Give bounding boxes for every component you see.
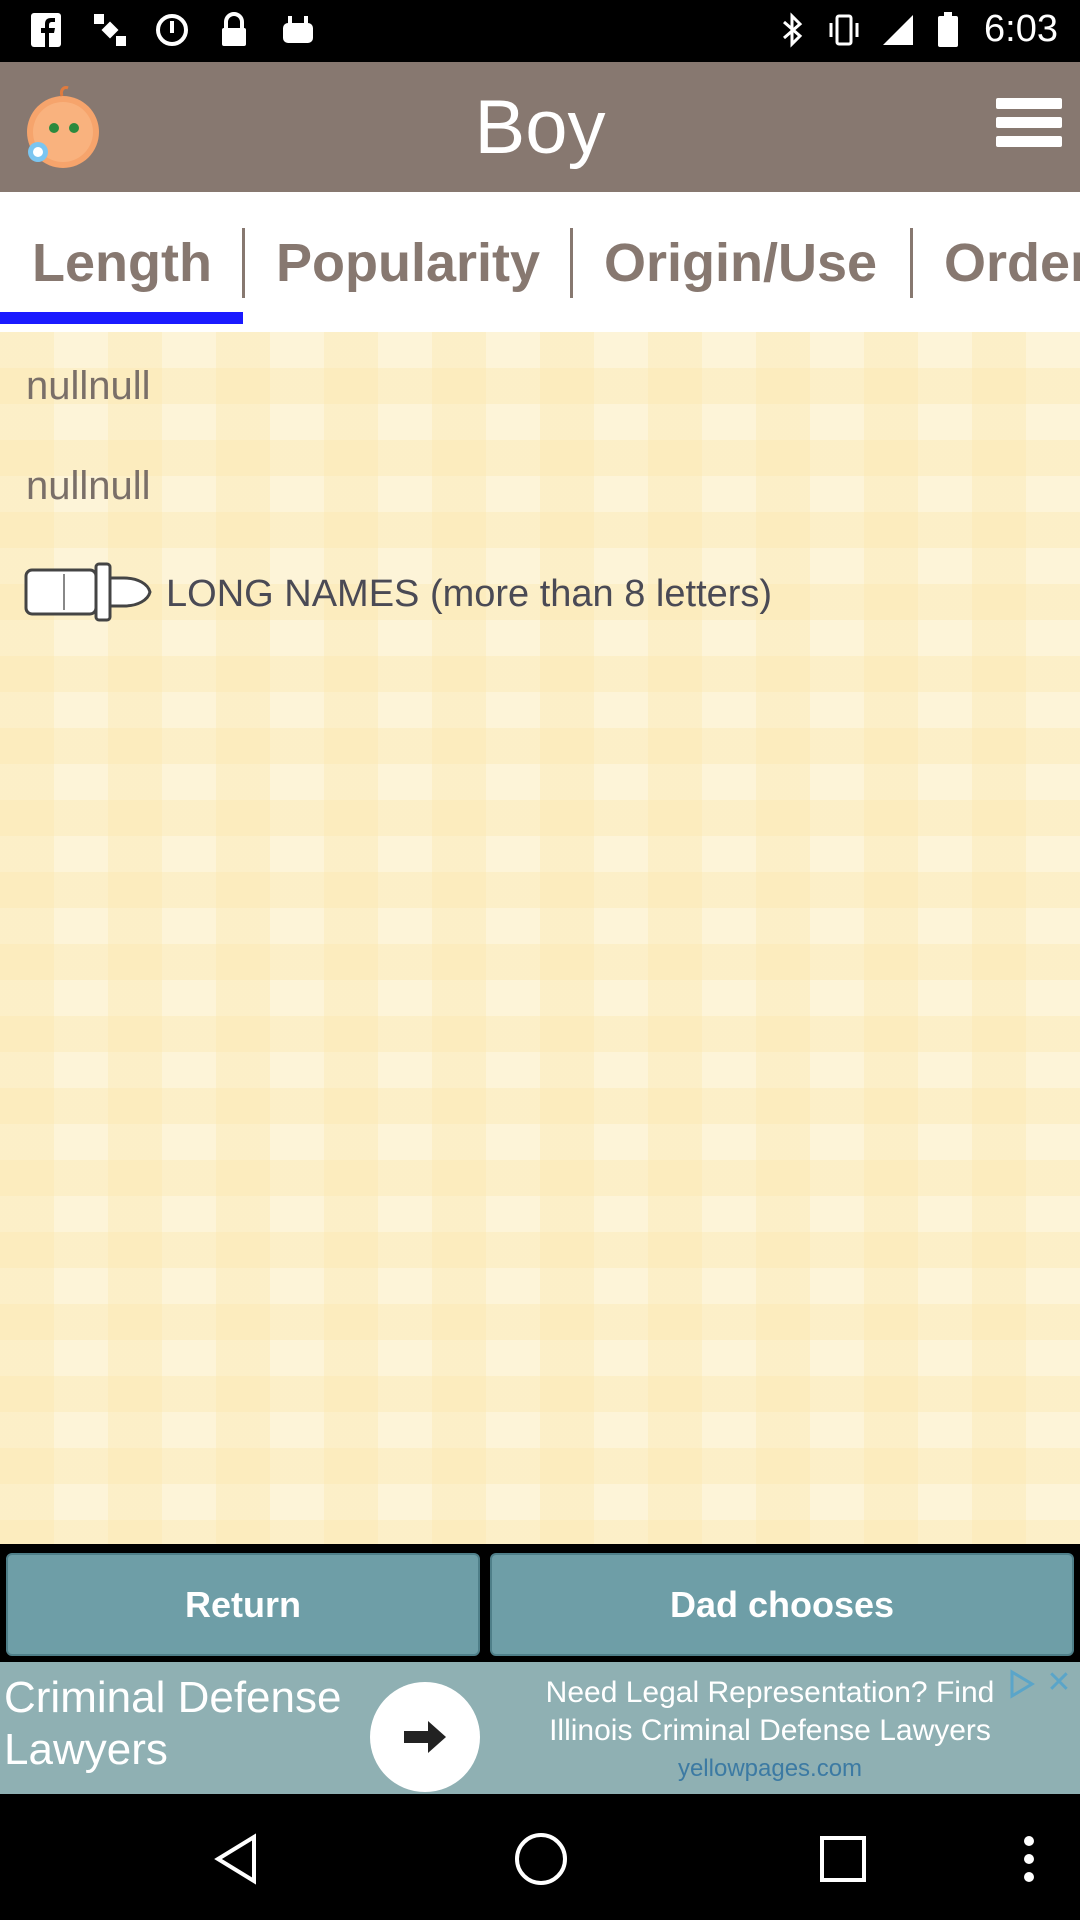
battery-icon: [930, 12, 966, 48]
status-time: 6:03: [984, 8, 1058, 50]
vibrate-icon: [826, 12, 862, 48]
ad-choices-icon[interactable]: [1006, 1668, 1040, 1700]
recents-icon[interactable]: [808, 1824, 878, 1894]
close-icon[interactable]: ✕: [1042, 1666, 1076, 1700]
ad-right-text[interactable]: Need Legal Representation? Find Illinois…: [490, 1674, 1050, 1788]
tab-order[interactable]: Order: [944, 232, 1080, 294]
tab-divider: [570, 228, 573, 298]
name-list: nullnull nullnull LONG NAMES (more than …: [0, 332, 1080, 1544]
page-title: Boy: [474, 85, 606, 170]
lock-icon: [216, 12, 252, 48]
back-icon[interactable]: [200, 1824, 270, 1894]
ad-source: yellowpages.com: [677, 1755, 863, 1782]
ad-banner[interactable]: Criminal Defense Lawyers Need Legal Repr…: [0, 1662, 1080, 1794]
alarm-icon: [154, 12, 190, 48]
bluetooth-icon: [774, 12, 810, 48]
tab-divider: [910, 228, 913, 298]
return-button[interactable]: Return: [6, 1553, 480, 1656]
more-icon[interactable]: [994, 1824, 1064, 1894]
tab-bar: Length Popularity Origin/Use Order: [0, 192, 1080, 332]
arrow-right-icon[interactable]: [370, 1682, 480, 1792]
app-bar: Boy: [0, 62, 1080, 192]
home-icon[interactable]: [506, 1824, 576, 1894]
category-label: LONG NAMES (more than 8 letters): [166, 573, 773, 615]
ad-right-line1: Need Legal Representation? Find: [545, 1676, 995, 1709]
status-bar: 6:03: [0, 0, 1080, 62]
hamburger-menu-icon[interactable]: [996, 98, 1062, 156]
android-icon: [280, 12, 316, 48]
tab-length[interactable]: Length: [32, 232, 212, 294]
baby-bottle-icon: [24, 560, 152, 629]
tab-popularity[interactable]: Popularity: [276, 232, 540, 294]
tab-divider: [242, 228, 245, 298]
navigation-bar: [0, 1794, 1080, 1920]
dad-chooses-button[interactable]: Dad chooses: [490, 1553, 1074, 1656]
tab-origin-use[interactable]: Origin/Use: [604, 232, 877, 294]
list-item[interactable]: nullnull: [26, 464, 151, 509]
signal-icon: [880, 12, 916, 48]
ad-right-line2: Illinois Criminal Defense Lawyers: [549, 1714, 991, 1747]
tab-selected-indicator: [0, 312, 243, 324]
satellite-icon: [92, 12, 128, 48]
facebook-icon: [28, 12, 64, 48]
ad-left-line1: Criminal Defense: [4, 1673, 342, 1722]
ad-left-line2: Lawyers: [4, 1725, 168, 1774]
list-item[interactable]: nullnull: [26, 364, 151, 409]
category-long-names[interactable]: LONG NAMES (more than 8 letters): [24, 560, 772, 629]
ad-left-text[interactable]: Criminal Defense Lawyers: [4, 1672, 341, 1776]
